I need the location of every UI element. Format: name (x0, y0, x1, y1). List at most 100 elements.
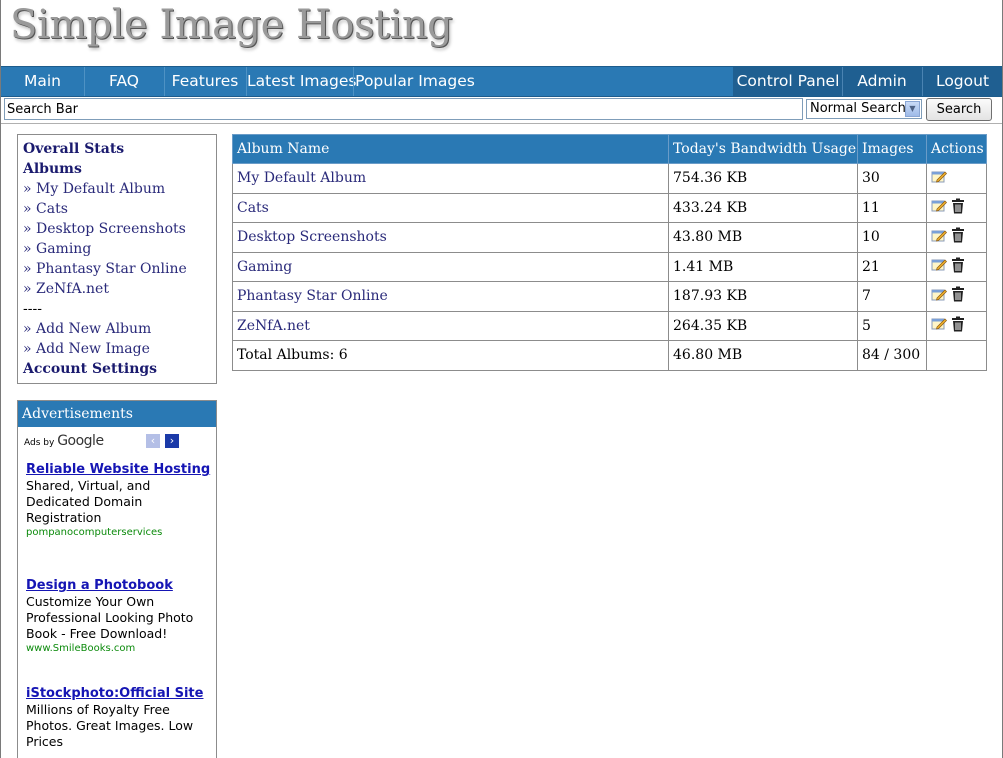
sidebar-album-link[interactable]: » Cats (23, 199, 211, 219)
sidebar-album-link[interactable]: » Phantasy Star Online (23, 259, 211, 279)
album-bandwidth: 43.80 MB (668, 222, 858, 253)
album-bandwidth: 1.41 MB (668, 251, 858, 282)
album-actions (925, 192, 988, 223)
col-bandwidth: Today's Bandwidth Usage (668, 134, 858, 164)
total-bandwidth: 46.80 MB (668, 340, 858, 371)
album-bandwidth: 433.24 KB (668, 192, 858, 223)
trash-icon[interactable] (951, 198, 965, 218)
album-name-link[interactable]: ZeNfA.net (231, 310, 670, 341)
search-row: Normal Search ▼ Search (1, 97, 1002, 124)
total-actions-cell (925, 340, 988, 371)
album-name-link[interactable]: My Default Album (231, 163, 670, 194)
total-albums: Total Albums: 6 (231, 340, 670, 371)
album-image-count: 11 (857, 192, 927, 223)
ads-by-google[interactable]: Ads by Google (24, 433, 104, 449)
ad-description: Customize Your Own Professional Looking … (26, 594, 194, 641)
albums-table: Album Name Today's Bandwidth Usage Image… (231, 134, 988, 371)
nav-control-panel[interactable]: Control Panel (734, 67, 842, 96)
table-row: Desktop Screenshots 43.80 MB 10 (231, 222, 988, 253)
trash-icon[interactable] (951, 227, 965, 247)
ad-description: Shared, Virtual, and Dedicated Domain Re… (26, 478, 151, 525)
search-button[interactable]: Search (926, 98, 992, 121)
album-image-count: 5 (857, 310, 927, 341)
ad-item: Design a Photobook Customize Your Own Pr… (26, 578, 214, 656)
nav-admin[interactable]: Admin (843, 67, 921, 96)
album-bandwidth: 187.93 KB (668, 281, 858, 312)
album-name-link[interactable]: Desktop Screenshots (231, 222, 670, 253)
albums-table-body: My Default Album 754.36 KB 30 Cats 433.24 KB… (231, 163, 988, 341)
ad-item: iStockphoto:Official Site Millions of Ro… (26, 686, 214, 750)
sidebar-separator: ---- (23, 301, 42, 317)
nav-features[interactable]: Features (165, 67, 245, 96)
ad-title[interactable]: iStockphoto:Official Site (26, 686, 214, 702)
ad-url[interactable]: www.SmileBooks.com (26, 642, 214, 656)
ads-header: Advertisements (18, 401, 216, 427)
trash-icon[interactable] (951, 257, 965, 277)
album-actions (925, 251, 988, 282)
site-logo[interactable]: Simple Image Hosting (10, 2, 453, 48)
search-input[interactable] (4, 98, 803, 120)
table-row: Phantasy Star Online 187.93 KB 7 (231, 281, 988, 312)
trash-icon[interactable] (951, 286, 965, 306)
album-actions (925, 281, 988, 312)
ad-description: Millions of Royalty Free Photos. Great I… (26, 702, 194, 749)
ad-title[interactable]: Reliable Website Hosting (26, 462, 214, 478)
edit-pencil-icon[interactable] (931, 169, 947, 188)
col-images: Images (857, 134, 927, 164)
sidebar-account-settings[interactable]: Account Settings (23, 359, 211, 379)
ad-title[interactable]: Design a Photobook (26, 578, 214, 594)
album-image-count: 21 (857, 251, 927, 282)
album-name-link[interactable]: Cats (231, 192, 670, 223)
album-name-link[interactable]: Gaming (231, 251, 670, 282)
table-row: My Default Album 754.36 KB 30 (231, 163, 988, 194)
col-actions: Actions (925, 134, 988, 164)
chevron-right-icon[interactable]: › (165, 434, 179, 448)
trash-icon[interactable] (951, 316, 965, 336)
nav-main[interactable]: Main (1, 67, 84, 96)
ad-url[interactable]: pompanocomputerservices (26, 526, 214, 540)
sidebar-album-link[interactable]: » Gaming (23, 239, 211, 259)
sidebar-album-link[interactable]: » ZeNfA.net (23, 279, 211, 299)
sidebar-albums-heading[interactable]: Albums (23, 159, 211, 179)
total-images: 84 / 300 (857, 340, 927, 371)
album-image-count: 30 (857, 163, 927, 194)
album-name-link[interactable]: Phantasy Star Online (231, 281, 670, 312)
table-header-row: Album Name Today's Bandwidth Usage Image… (231, 134, 988, 164)
sidebar-album-link[interactable]: » Desktop Screenshots (23, 219, 211, 239)
main-nav: Main FAQ Features Latest Images Popular … (1, 66, 1002, 97)
table-row: Gaming 1.41 MB 21 (231, 251, 988, 282)
album-actions (925, 163, 988, 194)
sidebar-album-link[interactable]: » My Default Album (23, 179, 211, 199)
album-image-count: 7 (857, 281, 927, 312)
sidebar-add-image[interactable]: » Add New Image (23, 339, 211, 359)
table-row: ZeNfA.net 264.35 KB 5 (231, 310, 988, 341)
advertisements-box: Advertisements Ads by Google ‹ › Reliabl… (17, 400, 217, 758)
ad-item: Reliable Website Hosting Shared, Virtual… (26, 462, 214, 540)
table-total-row: Total Albums: 6 46.80 MB 84 / 300 (231, 340, 988, 371)
album-actions (925, 222, 988, 253)
nav-faq[interactable]: FAQ (85, 67, 163, 96)
album-image-count: 10 (857, 222, 927, 253)
search-mode-value: Normal Search (810, 101, 906, 116)
nav-logout[interactable]: Logout (923, 67, 1002, 96)
edit-pencil-icon[interactable] (931, 198, 947, 217)
edit-pencil-icon[interactable] (931, 316, 947, 335)
sidebar-overall-stats[interactable]: Overall Stats (23, 139, 211, 159)
nav-popular-images[interactable]: Popular Images (354, 67, 476, 96)
edit-pencil-icon[interactable] (931, 287, 947, 306)
edit-pencil-icon[interactable] (931, 228, 947, 247)
col-album-name: Album Name (231, 134, 670, 164)
album-bandwidth: 754.36 KB (668, 163, 858, 194)
chevron-left-icon[interactable]: ‹ (146, 434, 160, 448)
album-bandwidth: 264.35 KB (668, 310, 858, 341)
nav-latest-images[interactable]: Latest Images (247, 67, 356, 96)
sidebar-add-album[interactable]: » Add New Album (23, 319, 211, 339)
chevron-down-icon[interactable]: ▼ (905, 101, 920, 117)
search-mode-select[interactable]: Normal Search ▼ (806, 99, 922, 119)
edit-pencil-icon[interactable] (931, 257, 947, 276)
album-actions (925, 310, 988, 341)
ads-by-label: Ads by (24, 438, 55, 448)
table-row: Cats 433.24 KB 11 (231, 192, 988, 223)
sidebar-menu: Overall Stats Albums » My Default Album … (17, 134, 217, 384)
google-logo: Google (57, 433, 104, 449)
